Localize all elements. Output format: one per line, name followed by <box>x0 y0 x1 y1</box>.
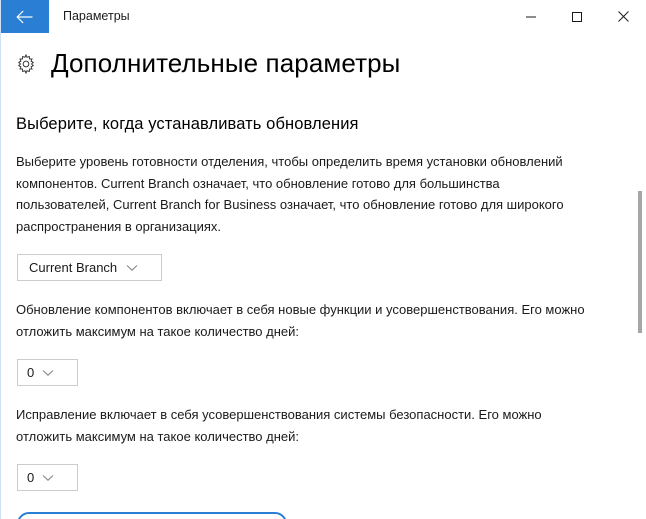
feature-defer-block: 0 <box>1 342 646 386</box>
quality-defer-days-select[interactable]: 0 <box>17 464 78 491</box>
chevron-down-icon <box>34 465 61 490</box>
quality-defer-block: 0 <box>1 447 646 491</box>
close-button[interactable] <box>600 0 646 33</box>
window-caption-buttons <box>508 0 646 33</box>
maximize-button[interactable] <box>554 0 600 33</box>
chevron-down-icon <box>117 255 147 280</box>
section-heading: Выберите, когда устанавливать обновления <box>16 115 359 133</box>
branch-readiness-select[interactable]: Current Branch <box>17 254 162 281</box>
title-bar: Параметры <box>1 0 646 33</box>
branch-readiness-select-value: Current Branch <box>29 260 118 275</box>
paragraph-feature-defer: Обновление компонентов включает в себя н… <box>16 302 585 339</box>
minimize-icon <box>525 11 537 23</box>
settings-content: Выберите, когда устанавливать обновления… <box>1 100 646 491</box>
window-title: Параметры <box>63 9 130 23</box>
chevron-down-icon <box>34 360 61 385</box>
minimize-button[interactable] <box>508 0 554 33</box>
content-scrollbar[interactable] <box>634 33 646 519</box>
pause-updates-toggle[interactable] <box>17 512 287 519</box>
paragraph-branch-description: Выберите уровень готовности отделения, ч… <box>16 154 564 234</box>
page-title: Дополнительные параметры <box>51 48 401 78</box>
gear-icon <box>15 53 37 75</box>
page-header: Дополнительные параметры <box>15 48 400 79</box>
close-icon <box>617 10 630 23</box>
paragraph-quality-defer: Исправление включает в себя усовершенств… <box>16 407 542 444</box>
maximize-icon <box>571 11 583 23</box>
back-button[interactable] <box>1 0 49 33</box>
feature-defer-days-select[interactable]: 0 <box>17 359 78 386</box>
back-arrow-icon <box>16 10 34 24</box>
settings-window: Параметры Дополнительные параметры Выбер… <box>0 0 646 519</box>
branch-select-block: Current Branch <box>1 237 646 281</box>
feature-defer-days-value: 0 <box>27 365 35 380</box>
quality-defer-days-value: 0 <box>27 470 35 485</box>
scrollbar-thumb[interactable] <box>638 191 642 333</box>
